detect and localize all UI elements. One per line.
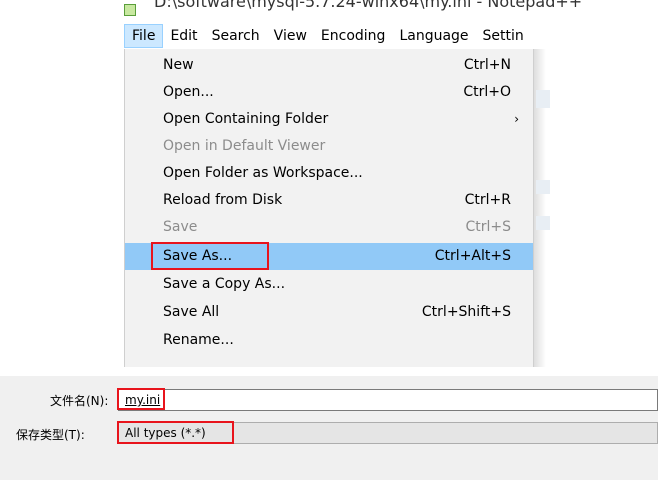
editor-background bbox=[536, 90, 550, 108]
menu-item-shortcut: Ctrl+Alt+S bbox=[434, 248, 511, 264]
menu-language[interactable]: Language bbox=[392, 23, 475, 49]
filename-input[interactable]: my.ini bbox=[118, 389, 658, 411]
filename-label: 文件名(N): bbox=[50, 394, 109, 408]
editor-background bbox=[536, 180, 550, 194]
menu-item-label: Open... bbox=[163, 84, 214, 100]
menu-item-label: Rename... bbox=[163, 332, 234, 348]
menu-item-shortcut: Ctrl+N bbox=[463, 57, 511, 73]
menu-item-open[interactable]: Open... Ctrl+O bbox=[125, 79, 533, 106]
menu-item-shortcut: Ctrl+O bbox=[463, 84, 511, 100]
window-titlebar: D:\software\mysql-5.7.24-winx64\my.ini -… bbox=[124, 0, 658, 22]
submenu-arrow-icon: › bbox=[514, 112, 519, 126]
filetype-label: 保存类型(T): bbox=[16, 428, 85, 442]
menu-item-label: Save a Copy As... bbox=[163, 276, 286, 292]
menu-view[interactable]: View bbox=[267, 23, 314, 49]
menubar: File Edit Search View Encoding Language … bbox=[124, 23, 658, 49]
menu-item-shortcut: Ctrl+S bbox=[465, 219, 511, 235]
menu-settings[interactable]: Settin bbox=[476, 23, 531, 49]
menu-item-reload-from-disk[interactable]: Reload from Disk Ctrl+R bbox=[125, 187, 533, 214]
menu-item-label: Save All bbox=[163, 304, 220, 320]
menu-item-label: Open Containing Folder bbox=[163, 111, 329, 127]
menu-item-label: Reload from Disk bbox=[163, 192, 283, 208]
menu-search[interactable]: Search bbox=[205, 23, 267, 49]
annotation-highlight-box bbox=[117, 388, 165, 410]
notepad-plus-plus-icon bbox=[124, 4, 136, 16]
menu-encoding[interactable]: Encoding bbox=[314, 23, 393, 49]
menu-item-open-default-viewer[interactable]: Open in Default Viewer bbox=[125, 133, 533, 160]
menu-edit[interactable]: Edit bbox=[163, 23, 204, 49]
menu-file[interactable]: File bbox=[124, 24, 164, 48]
menu-item-label: Open Folder as Workspace... bbox=[163, 165, 363, 181]
menu-item-save-all[interactable]: Save All Ctrl+Shift+S bbox=[125, 299, 533, 326]
annotation-highlight-box bbox=[151, 242, 269, 270]
menu-item-shortcut: Ctrl+R bbox=[464, 192, 511, 208]
menu-item-save-copy-as[interactable]: Save a Copy As... bbox=[125, 271, 533, 298]
menu-item-save[interactable]: Save Ctrl+S bbox=[125, 214, 533, 241]
menu-item-label: Save bbox=[163, 219, 198, 235]
menu-item-new[interactable]: New Ctrl+N bbox=[125, 52, 533, 79]
menu-item-label: New bbox=[163, 57, 194, 73]
editor-background bbox=[536, 216, 550, 230]
menu-item-open-containing-folder[interactable]: Open Containing Folder › bbox=[125, 106, 533, 133]
annotation-highlight-box bbox=[117, 421, 234, 444]
window-title: D:\software\mysql-5.7.24-winx64\my.ini -… bbox=[154, 0, 583, 11]
menu-item-rename[interactable]: Rename... bbox=[125, 327, 533, 354]
file-menu-dropdown: New Ctrl+N Open... Ctrl+O Open Containin… bbox=[124, 49, 534, 367]
menu-item-shortcut: Ctrl+Shift+S bbox=[421, 304, 511, 320]
save-dialog-panel: 文件名(N): my.ini 保存类型(T): All types (*.*) bbox=[0, 376, 658, 480]
menu-item-open-folder-workspace[interactable]: Open Folder as Workspace... bbox=[125, 160, 533, 187]
menu-item-label: Open in Default Viewer bbox=[163, 138, 326, 154]
